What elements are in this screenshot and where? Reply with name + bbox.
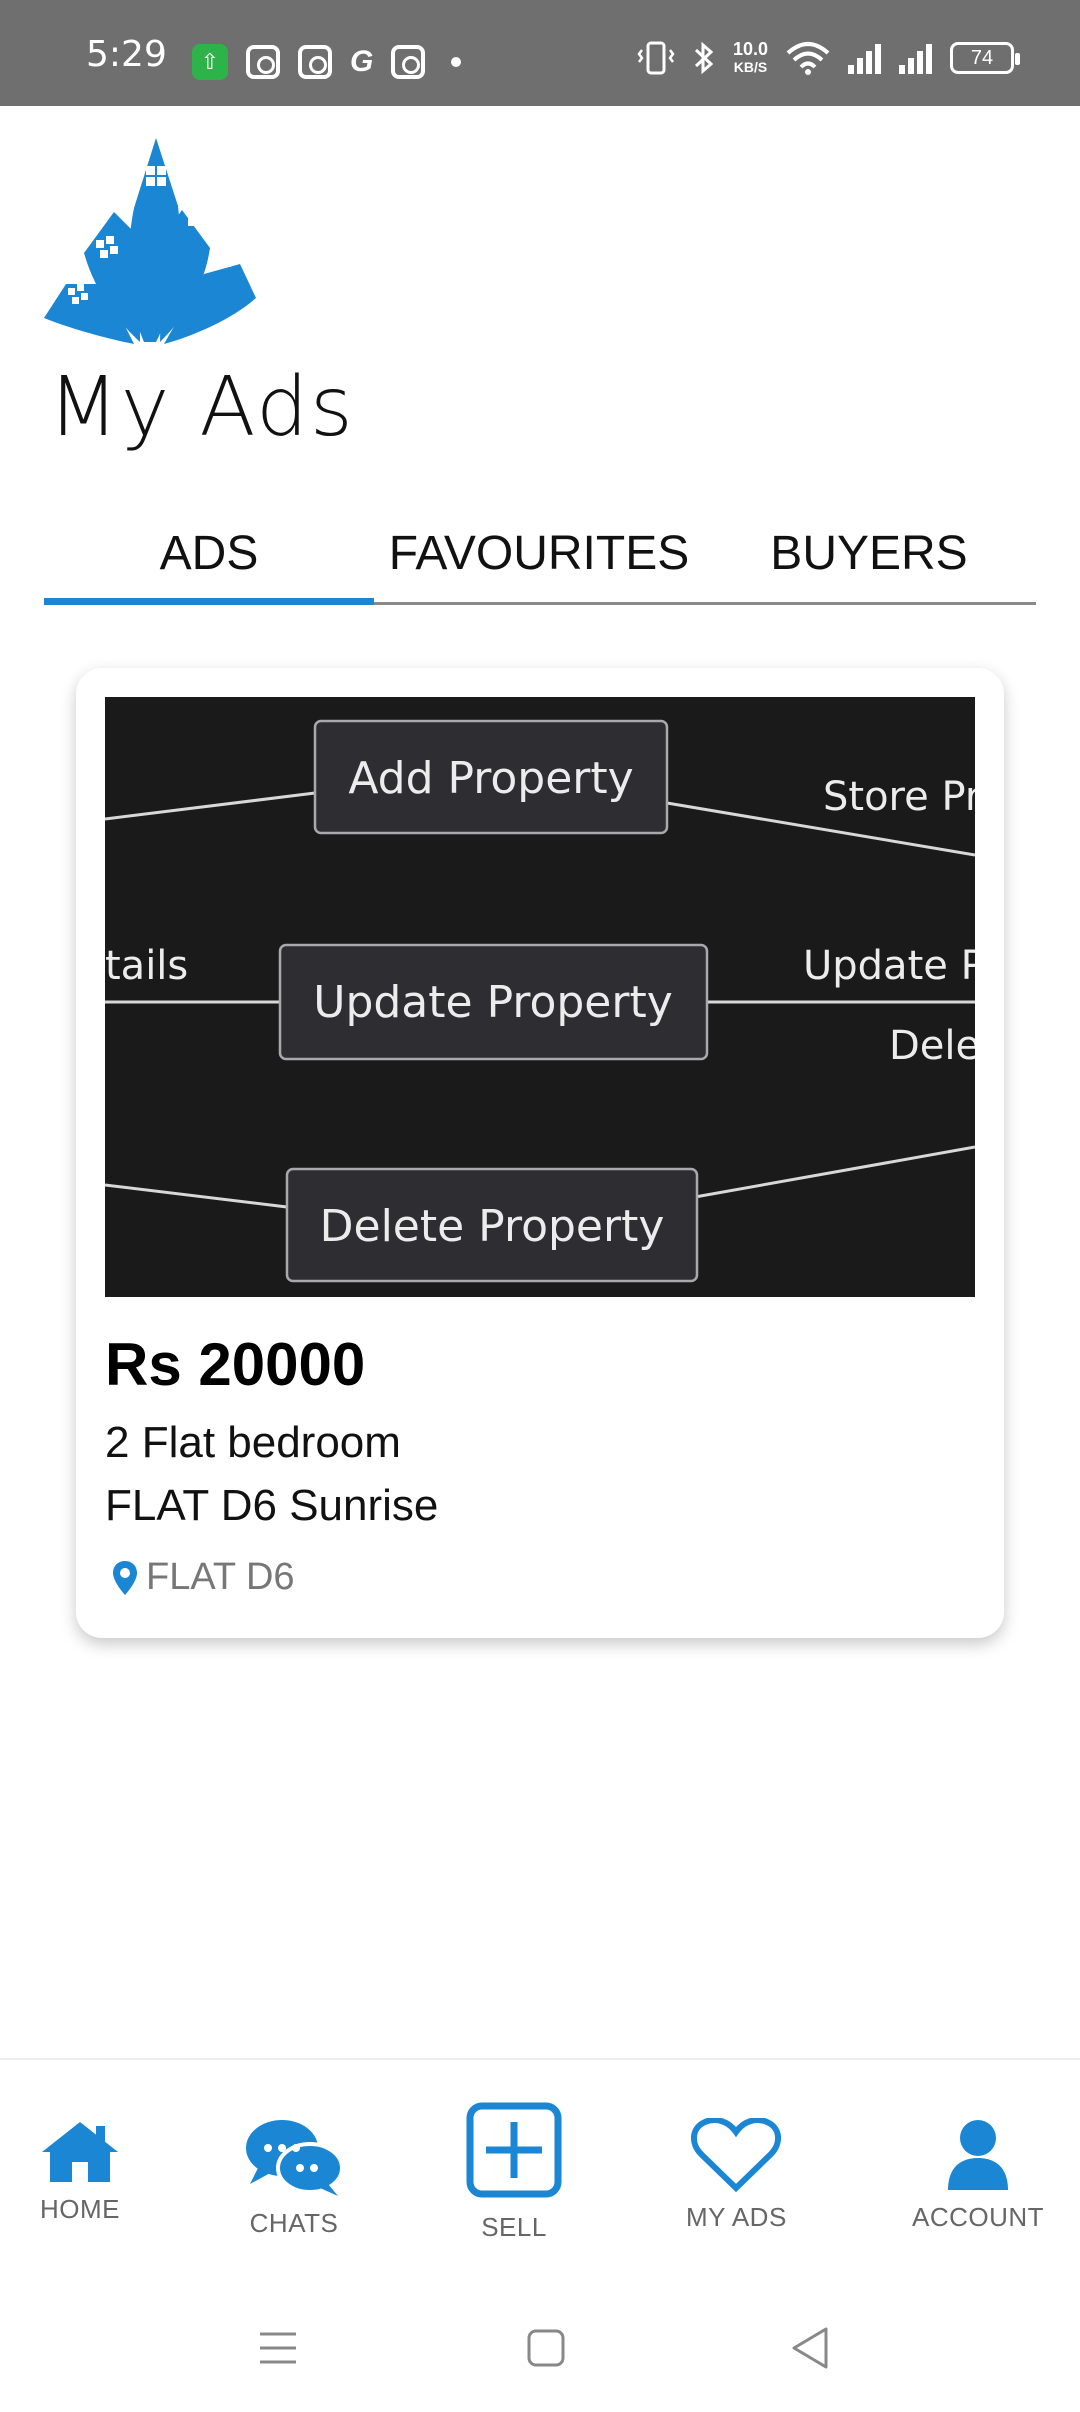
tab-bar: ADS FAVOURITES BUYERS — [44, 505, 1036, 605]
wifi-icon — [786, 42, 830, 75]
instagram-icon — [246, 45, 280, 79]
home-icon — [42, 2122, 118, 2182]
ad-subtitle: FLAT D6 Sunrise — [105, 1481, 439, 1530]
menu-icon[interactable] — [258, 2328, 298, 2368]
nav-chats[interactable]: CHATS — [244, 2118, 344, 2239]
nav-chats-label: CHATS — [249, 2208, 339, 2238]
nav-home[interactable]: HOME — [40, 2118, 120, 2225]
nav-my-ads[interactable]: MY ADS — [686, 2118, 787, 2233]
user-icon — [948, 2120, 1009, 2190]
bottom-navigation: HOME CHATS SELL MY ADS ACCOUNT — [0, 2058, 1080, 2268]
more-notifications-dot-icon — [451, 57, 462, 67]
nav-account-label: ACCOUNT — [912, 2202, 1045, 2232]
ad-title: 2 Flat bedroom — [105, 1418, 401, 1467]
nav-my-ads-label: MY ADS — [686, 2202, 787, 2232]
vibrate-icon — [637, 41, 675, 75]
instagram-icon — [298, 45, 332, 79]
page-title: My Ads — [48, 360, 355, 455]
chat-icon — [246, 2120, 344, 2196]
battery-icon: 74 — [950, 42, 1020, 74]
ad-price: Rs 20000 — [105, 1331, 366, 1398]
nav-account[interactable]: ACCOUNT — [912, 2118, 1044, 2233]
ad-location-text: FLAT D6 — [146, 1556, 295, 1598]
app-logo — [44, 138, 256, 344]
bluetooth-icon — [694, 41, 714, 75]
status-time: 5:29 — [86, 34, 167, 75]
tab-favourites[interactable]: FAVOURITES — [374, 505, 704, 602]
diagram-edge-label: Store Pr — [823, 774, 975, 820]
app-g-icon: G — [350, 45, 374, 78]
signal-icon — [848, 42, 881, 74]
nav-home-label: HOME — [40, 2194, 120, 2224]
status-bar: 5:29 ⇧ G 10.0 KB/S 74 — [0, 0, 1080, 106]
nav-sell[interactable]: SELL — [466, 2102, 562, 2243]
system-navigation-bar — [0, 2290, 1080, 2412]
location-pin-icon — [113, 1560, 137, 1595]
signal-icon — [899, 42, 932, 74]
tab-ads[interactable]: ADS — [44, 505, 374, 605]
diagram-node-delete: Delete Property — [320, 1201, 665, 1252]
instagram-icon — [391, 45, 426, 79]
upload-notification-icon: ⇧ — [192, 44, 228, 80]
system-indicators: 10.0 KB/S 74 — [637, 39, 1020, 76]
tab-buyers[interactable]: BUYERS — [704, 505, 1034, 602]
diagram-edge-label: tails — [105, 943, 188, 989]
nav-sell-label: SELL — [481, 2212, 547, 2242]
diagram-edge-label: Update P — [803, 943, 975, 989]
network-speed: 10.0 KB/S — [732, 39, 768, 75]
back-icon[interactable] — [790, 2326, 830, 2370]
ad-card[interactable]: Add Property Update Property Delete Prop… — [76, 668, 1004, 1638]
ad-location: FLAT D6 — [112, 1556, 295, 1599]
plus-square-icon — [466, 2102, 562, 2198]
ad-image: Add Property Update Property Delete Prop… — [105, 697, 975, 1297]
diagram-node-update: Update Property — [313, 977, 673, 1028]
home-square-icon[interactable] — [526, 2328, 566, 2368]
heart-icon — [691, 2118, 782, 2192]
diagram-node-add: Add Property — [348, 753, 633, 804]
notification-icons: ⇧ G — [192, 44, 462, 80]
diagram-edge-label: Dele — [889, 1023, 975, 1069]
